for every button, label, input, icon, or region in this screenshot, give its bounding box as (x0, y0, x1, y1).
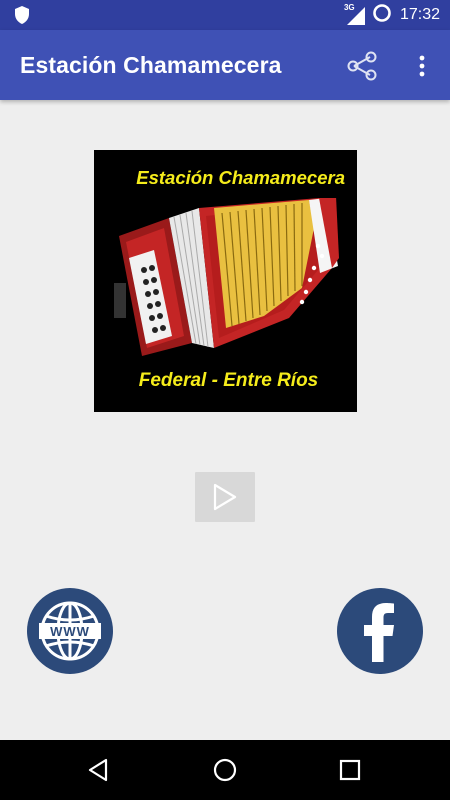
more-vert-icon (419, 55, 425, 77)
recent-apps-button[interactable] (338, 758, 362, 787)
status-bar: 3G 17:32 (0, 0, 450, 30)
shield-icon (14, 6, 30, 29)
logo-title: Estación Chamamecera (136, 167, 345, 188)
www-globe-icon: WWW (39, 601, 101, 661)
back-icon (88, 758, 108, 782)
home-button[interactable] (212, 757, 238, 788)
play-icon (213, 483, 237, 511)
share-button[interactable] (344, 50, 380, 82)
facebook-button[interactable] (337, 588, 423, 674)
signal-icon: 3G (344, 4, 366, 26)
recent-apps-icon (339, 759, 361, 781)
accordion-image (114, 198, 339, 356)
overflow-menu-button[interactable] (408, 48, 436, 84)
circle-status-icon (372, 3, 392, 28)
app-bar: Estación Chamamecera (0, 30, 450, 100)
home-icon (213, 758, 237, 782)
website-button[interactable]: WWW (27, 588, 113, 674)
svg-text:WWW: WWW (50, 624, 90, 639)
back-button[interactable] (86, 757, 112, 788)
share-icon (347, 51, 377, 81)
status-time: 17:32 (399, 6, 440, 23)
play-button[interactable] (195, 472, 255, 522)
station-logo: Estación Chamamecera Federal - Entre Río… (94, 150, 357, 412)
facebook-icon (364, 603, 394, 662)
app-title: Estación Chamamecera (20, 52, 282, 78)
logo-subtitle: Federal - Entre Ríos (138, 370, 319, 391)
navigation-bar (0, 740, 450, 800)
